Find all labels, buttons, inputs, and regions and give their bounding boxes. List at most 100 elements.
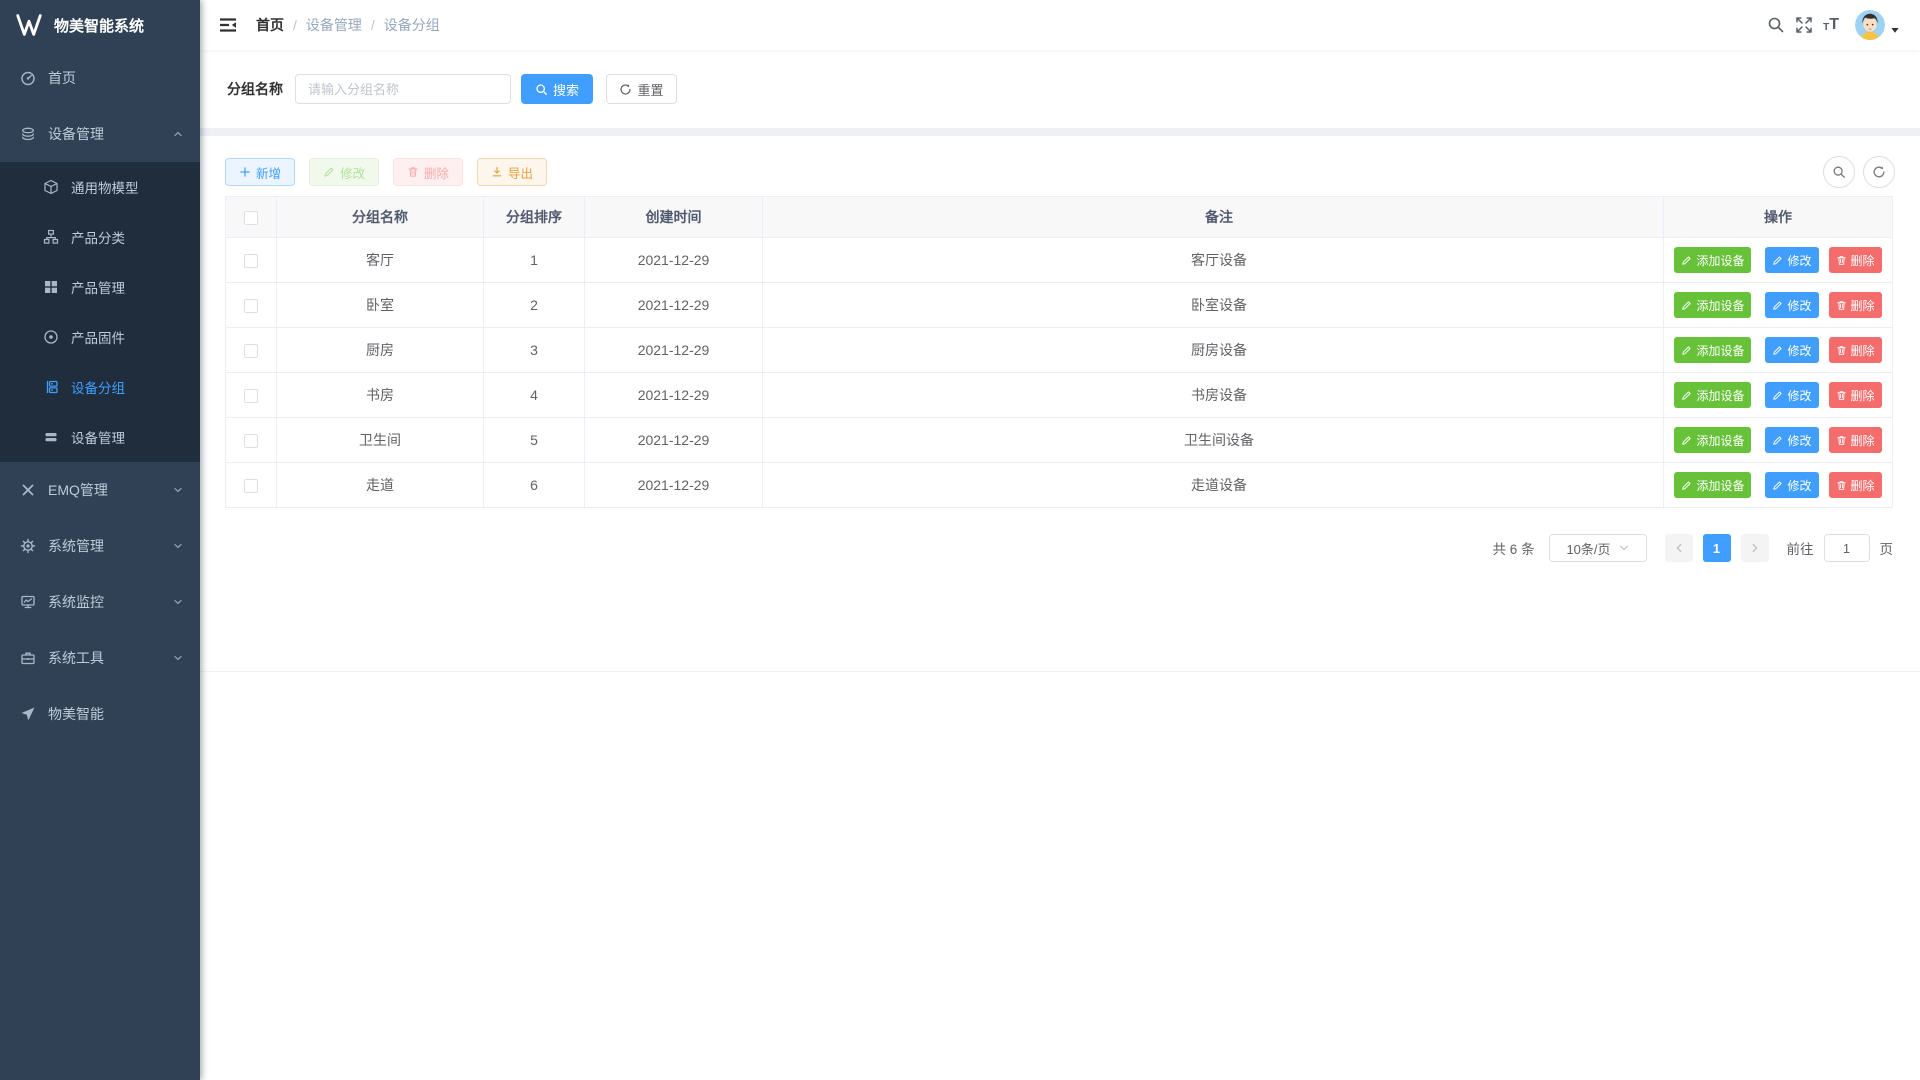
chevron-down-icon — [1619, 543, 1629, 553]
add-device-button[interactable]: 添加设备 — [1674, 427, 1751, 453]
prev-page-button[interactable] — [1665, 534, 1693, 562]
search-icon[interactable] — [1767, 16, 1785, 34]
breadcrumb-separator: / — [293, 17, 297, 33]
cell-group-order: 4 — [484, 373, 585, 418]
delete-button[interactable]: 删除 — [393, 158, 463, 186]
device-group-icon — [43, 379, 59, 395]
pencil-icon — [1681, 435, 1692, 446]
sidebar-item-device-list[interactable]: 设备管理 — [0, 412, 200, 462]
sidebar-item-label: 通用物模型 — [71, 177, 184, 197]
cell-created-time: 2021-12-29 — [585, 373, 763, 418]
breadcrumb-home[interactable]: 首页 — [256, 15, 284, 35]
row-delete-button[interactable]: 删除 — [1829, 292, 1882, 318]
select-all-cell — [226, 197, 277, 238]
logo-bar[interactable]: 物美智能系统 — [0, 0, 200, 50]
table-toolbar: 新增 修改 删除 导出 — [225, 156, 1895, 188]
refresh-button[interactable] — [1863, 156, 1895, 188]
sidebar-item-emq[interactable]: EMQ管理 — [0, 462, 200, 518]
paper-plane-icon — [20, 706, 36, 722]
sidebar-item-system-management[interactable]: 系统管理 — [0, 518, 200, 574]
table-row: 厨房 3 2021-12-29 厨房设备 添加设备 修改 删除 — [226, 328, 1893, 373]
row-edit-button[interactable]: 修改 — [1765, 337, 1818, 363]
cell-remark: 走道设备 — [763, 463, 1664, 508]
table-row: 客厅 1 2021-12-29 客厅设备 添加设备 修改 删除 — [226, 238, 1893, 283]
cell-created-time: 2021-12-29 — [585, 283, 763, 328]
next-page-button[interactable] — [1741, 534, 1769, 562]
caret-down-icon — [1890, 26, 1900, 34]
search-icon — [1832, 165, 1846, 179]
pagination: 共 6 条 10条/页 1 前往 页 — [225, 534, 1895, 562]
cell-group-name: 厨房 — [277, 328, 484, 373]
row-checkbox[interactable] — [244, 434, 258, 448]
sidebar-item-device-group[interactable]: 设备分组 — [0, 362, 200, 412]
sidebar-item-product-management[interactable]: 产品管理 — [0, 262, 200, 312]
section-divider — [200, 128, 1920, 136]
row-checkbox[interactable] — [244, 389, 258, 403]
pencil-icon — [1772, 390, 1783, 401]
row-delete-button[interactable]: 删除 — [1829, 472, 1882, 498]
sidebar-fold-icon[interactable] — [218, 15, 238, 35]
sidebar-item-label: 首页 — [48, 68, 184, 88]
sidebar-submenu-device: 通用物模型 产品分类 产品管理 产品固件 设备分组 — [0, 162, 200, 462]
row-delete-button[interactable]: 删除 — [1829, 382, 1882, 408]
search-button[interactable]: 搜索 — [521, 74, 593, 104]
row-edit-button[interactable]: 修改 — [1765, 472, 1818, 498]
add-device-button[interactable]: 添加设备 — [1674, 247, 1751, 273]
edit-button[interactable]: 修改 — [309, 158, 379, 186]
add-device-button[interactable]: 添加设备 — [1674, 472, 1751, 498]
row-delete-button[interactable]: 删除 — [1829, 427, 1882, 453]
sidebar-item-home[interactable]: 首页 — [0, 50, 200, 106]
sidebar-item-system-monitor[interactable]: 系统监控 — [0, 574, 200, 630]
toggle-search-button[interactable] — [1823, 156, 1855, 188]
avatar[interactable] — [1855, 10, 1885, 40]
user-menu[interactable] — [1855, 10, 1900, 40]
reset-button[interactable]: 重置 — [606, 74, 677, 104]
row-edit-button[interactable]: 修改 — [1765, 382, 1818, 408]
cell-group-order: 5 — [484, 418, 585, 463]
add-device-button[interactable]: 添加设备 — [1674, 382, 1751, 408]
row-edit-button[interactable]: 修改 — [1765, 292, 1818, 318]
table-row: 卫生间 5 2021-12-29 卫生间设备 添加设备 修改 删除 — [226, 418, 1893, 463]
fullscreen-icon[interactable] — [1795, 16, 1813, 34]
breadcrumb-device-group: 设备分组 — [384, 15, 440, 35]
add-device-button[interactable]: 添加设备 — [1674, 292, 1751, 318]
row-checkbox[interactable] — [244, 479, 258, 493]
sidebar-item-device-management[interactable]: 设备管理 — [0, 106, 200, 162]
add-device-button[interactable]: 添加设备 — [1674, 337, 1751, 363]
row-checkbox[interactable] — [244, 344, 258, 358]
refresh-icon — [1872, 165, 1886, 179]
sidebar-item-label: 设备管理 — [48, 124, 172, 144]
add-button[interactable]: 新增 — [225, 158, 295, 186]
column-header-created: 创建时间 — [585, 197, 763, 238]
sidebar-item-product-category[interactable]: 产品分类 — [0, 212, 200, 262]
group-name-input[interactable] — [295, 74, 511, 104]
row-edit-button[interactable]: 修改 — [1765, 427, 1818, 453]
breadcrumb: 首页 / 设备管理 / 设备分组 — [256, 15, 440, 35]
row-delete-button[interactable]: 删除 — [1829, 247, 1882, 273]
trash-icon — [1836, 255, 1847, 266]
navbar-right: TT — [1767, 10, 1900, 40]
sidebar-item-wumei[interactable]: 物美智能 — [0, 686, 200, 742]
sidebar-item-thing-model[interactable]: 通用物模型 — [0, 162, 200, 212]
select-all-checkbox[interactable] — [244, 211, 258, 225]
row-edit-button[interactable]: 修改 — [1765, 247, 1818, 273]
chevron-down-icon — [172, 596, 184, 608]
page-size-select[interactable]: 10条/页 — [1549, 534, 1647, 562]
export-button[interactable]: 导出 — [477, 158, 547, 186]
emq-icon — [20, 482, 36, 498]
breadcrumb-separator: / — [371, 17, 375, 33]
sidebar-item-system-tools[interactable]: 系统工具 — [0, 630, 200, 686]
row-delete-button[interactable]: 删除 — [1829, 337, 1882, 363]
row-checkbox[interactable] — [244, 299, 258, 313]
cell-remark: 卫生间设备 — [763, 418, 1664, 463]
sidebar-item-product-firmware[interactable]: 产品固件 — [0, 312, 200, 362]
goto-page-input[interactable] — [1824, 534, 1870, 562]
font-size-icon[interactable]: TT — [1823, 17, 1839, 33]
refresh-icon — [619, 83, 632, 96]
chevron-right-icon — [1750, 543, 1760, 553]
page-number-button[interactable]: 1 — [1703, 534, 1731, 562]
row-checkbox[interactable] — [244, 254, 258, 268]
column-header-actions: 操作 — [1664, 197, 1893, 238]
pencil-icon — [1681, 300, 1692, 311]
cube-icon — [43, 179, 59, 195]
